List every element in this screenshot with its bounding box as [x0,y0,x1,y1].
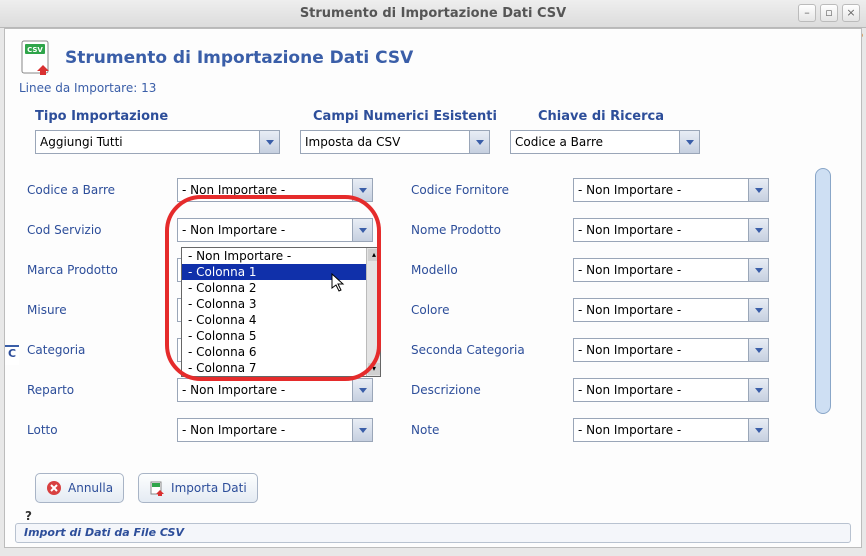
chevron-down-icon [748,299,768,321]
status-bar: Import di Dati da File CSV [15,523,851,543]
column-select-left[interactable]: - Non Importare - [177,418,373,442]
chevron-down-icon [748,179,768,201]
chevron-down-icon [352,379,372,401]
chevron-down-icon [748,419,768,441]
chevron-down-icon [469,131,489,153]
page-title: Strumento di Importazione Dati CSV [65,48,413,68]
csv-file-icon: CSV [19,39,53,77]
section-label-chiave: Chiave di Ricerca [538,109,718,124]
titlebar: Strumento di Importazione Dati CSV – ▫ × [0,0,866,28]
field-label-left: Lotto [27,423,177,437]
mapping-row: Lotto - Non Importare - Note - Non Importar… [27,410,847,450]
mapping-row: Cod Servizio - Non Importare - Nome Prodot… [27,210,847,250]
cancel-icon [46,480,62,496]
dialog-window: CSV Strumento di Importazione Dati CSV L… [4,28,862,548]
field-label-right: Descrizione [403,383,573,397]
column-select-left[interactable]: - Non Importare - [177,178,373,202]
combo-tipo-importazione[interactable]: Aggiungi Tutti [35,130,280,154]
combo-value: - Non Importare - [182,423,285,437]
import-label: Importa Dati [171,481,247,495]
column-select-right[interactable]: - Non Importare - [573,298,769,322]
combo-value: - Non Importare - [578,183,681,197]
scroll-down-icon[interactable]: ▾ [368,363,380,375]
dropdown-option[interactable]: - Non Importare - [182,248,380,264]
section-label-campi: Campi Numerici Esistenti [313,109,498,124]
column-select-right[interactable]: - Non Importare - [573,378,769,402]
field-label-right: Nome Prodotto [403,223,573,237]
scrollbar[interactable] [815,168,831,414]
help-marker[interactable]: ? [25,509,32,523]
dropdown-option[interactable]: - Colonna 2 [182,280,380,296]
combo-value: - Non Importare - [578,383,681,397]
svg-text:CSV: CSV [27,46,43,54]
column-select-right[interactable]: - Non Importare - [573,178,769,202]
column-select-left[interactable]: - Non Importare - [177,218,373,242]
combo-value: - Non Importare - [182,383,285,397]
combo-value: Imposta da CSV [305,135,400,149]
combo-value: - Non Importare - [182,183,285,197]
combo-value: Aggiungi Tutti [40,135,123,149]
chevron-down-icon [748,219,768,241]
chevron-down-icon [748,339,768,361]
scroll-up-icon[interactable]: ▴ [368,249,380,261]
maximize-button[interactable]: ▫ [820,4,838,22]
field-label-left: Misure [27,303,177,317]
field-label-right: Colore [403,303,573,317]
combo-value: - Non Importare - [182,223,285,237]
left-tab-marker: C [5,345,19,365]
column-select-right[interactable]: - Non Importare - [573,338,769,362]
chevron-down-icon [352,179,372,201]
dropdown-option[interactable]: - Colonna 4 [182,312,380,328]
column-select-left[interactable]: - Non Importare - [177,378,373,402]
chevron-down-icon [748,259,768,281]
dropdown-scrollbar[interactable]: ▴ ▾ [366,248,380,376]
field-label-left: Marca Prodotto [27,263,177,277]
minimize-button[interactable]: – [798,4,816,22]
dropdown-option[interactable]: - Colonna 5 [182,328,380,344]
field-label-right: Modello [403,263,573,277]
dropdown-option[interactable]: - Colonna 7 [182,360,380,376]
combo-value: - Non Importare - [578,263,681,277]
dropdown-option[interactable]: - Colonna 3 [182,296,380,312]
mapping-row: Codice a Barre - Non Importare - Codice Fo… [27,170,847,210]
mapping-row: Reparto - Non Importare - Descrizione - Non… [27,370,847,410]
column-select-right[interactable]: - Non Importare - [573,218,769,242]
column-select-right[interactable]: - Non Importare - [573,418,769,442]
import-button[interactable]: Importa Dati [138,473,258,503]
cancel-button[interactable]: Annulla [35,473,124,503]
field-label-right: Seconda Categoria [403,343,573,357]
field-mapping-grid: Codice a Barre - Non Importare - Codice Fo… [5,164,861,424]
combo-value: Codice a Barre [515,135,603,149]
mapping-row: Misure- Non Importare -Colore- Non Impor… [27,290,847,330]
combo-value: - Non Importare - [578,343,681,357]
field-label-left: Cod Servizio [27,223,177,237]
mapping-row: Marca Prodotto - Non Importare - Modello - … [27,250,847,290]
combo-campi-numerici[interactable]: Imposta da CSV [300,130,490,154]
combo-value: - Non Importare - [578,303,681,317]
chevron-down-icon [679,131,699,153]
chevron-down-icon [259,131,279,153]
mapping-row: Categoria - Non Importare - Seconda Catego… [27,330,847,370]
field-label-right: Codice Fornitore [403,183,573,197]
column-select-right[interactable]: - Non Importare - [573,258,769,282]
field-label-left: Reparto [27,383,177,397]
chevron-down-icon [352,219,372,241]
field-label-right: Note [403,423,573,437]
section-label-tipo: Tipo Importazione [35,109,273,124]
chevron-down-icon [748,379,768,401]
field-label-left: Categoria [27,343,177,357]
combo-value: - Non Importare - [578,223,681,237]
dropdown-option[interactable]: - Colonna 1 [182,264,380,280]
import-icon [149,480,165,496]
field-label-left: Codice a Barre [27,183,177,197]
chevron-down-icon [352,419,372,441]
import-line-count: Linee da Importare: 13 [5,81,861,103]
combo-chiave-ricerca[interactable]: Codice a Barre [510,130,700,154]
close-button[interactable]: × [842,4,860,22]
window-title: Strumento di Importazione Dati CSV [8,6,858,21]
cancel-label: Annulla [68,481,113,495]
dropdown-list-open[interactable]: - Non Importare -- Colonna 1- Colonna 2-… [181,247,381,377]
combo-value: - Non Importare - [578,423,681,437]
dropdown-option[interactable]: - Colonna 6 [182,344,380,360]
